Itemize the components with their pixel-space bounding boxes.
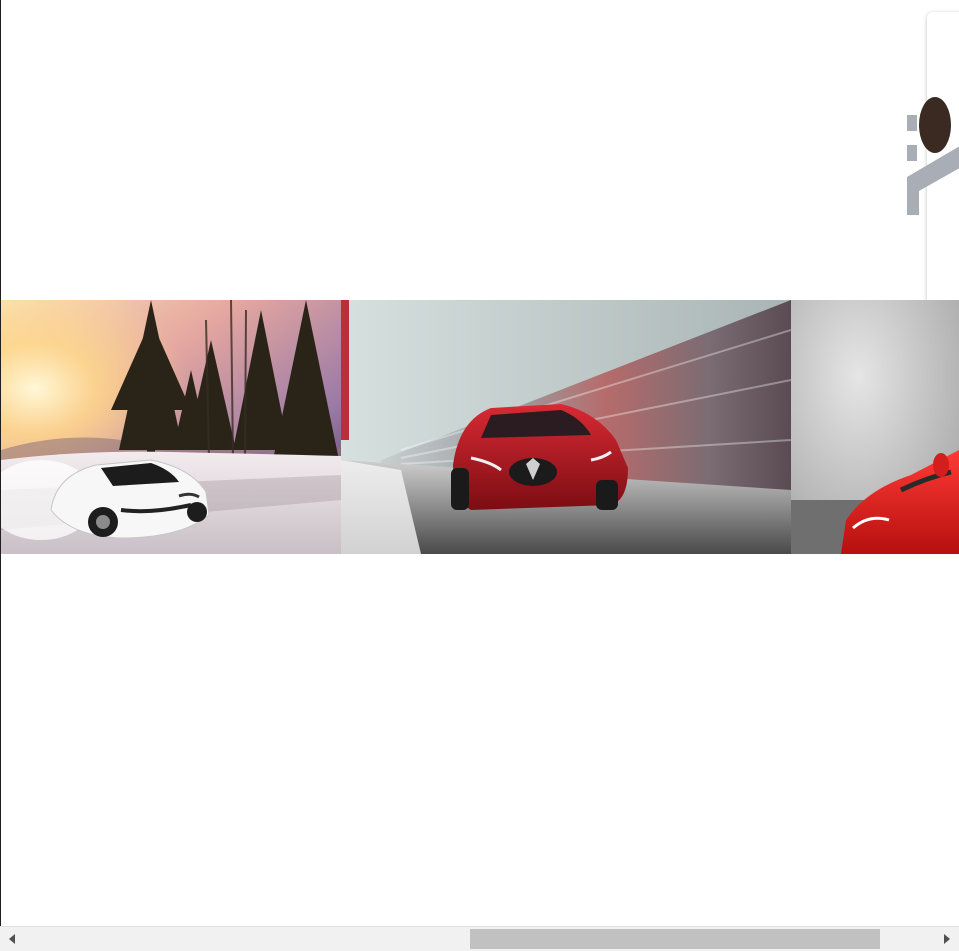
page	[0, 0, 959, 951]
gallery-slide-white-supercar[interactable]	[1, 300, 341, 554]
arrow-left-icon	[9, 934, 15, 944]
brand-logo-icon	[907, 97, 959, 215]
white-supercar-image	[1, 300, 341, 554]
image-gallery[interactable]	[1, 300, 959, 554]
scrollbar-thumb[interactable]	[470, 929, 880, 949]
horizontal-scrollbar[interactable]	[0, 926, 959, 951]
arrow-right-icon	[944, 934, 950, 944]
gallery-slide-red-sedan[interactable]	[341, 300, 791, 554]
red-hypercar-image	[791, 300, 959, 554]
scrollbar-track[interactable]	[24, 927, 935, 951]
gallery-slide-red-hypercar[interactable]	[791, 300, 959, 554]
red-sedan-image	[341, 300, 791, 554]
scroll-left-button[interactable]	[0, 927, 24, 951]
scroll-right-button[interactable]	[935, 927, 959, 951]
